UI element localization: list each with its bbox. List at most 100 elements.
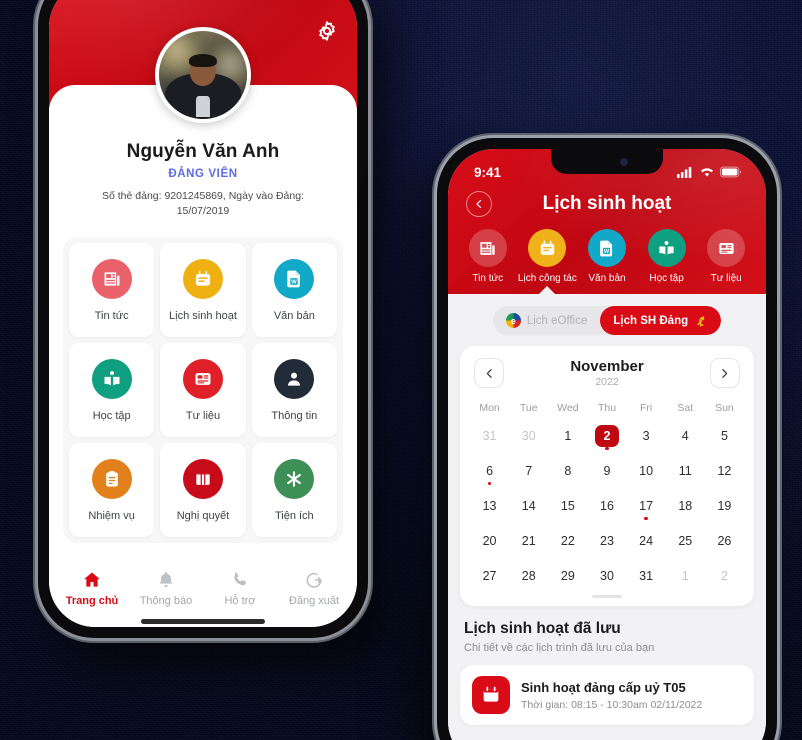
menu-tile-label: Thông tin xyxy=(271,409,318,422)
calendar-day[interactable]: 12 xyxy=(705,454,744,487)
menu-tile-hoc-tap[interactable]: Học tập xyxy=(69,343,155,438)
nav-item-thong-bao[interactable]: Thông báo xyxy=(129,570,203,607)
calendar-day[interactable]: 23 xyxy=(587,524,626,557)
tab-van-ban[interactable]: W Văn bản xyxy=(577,229,637,294)
open-book-icon xyxy=(91,358,132,399)
calendar-day[interactable]: 14 xyxy=(509,489,548,522)
calendar-day[interactable]: 10 xyxy=(627,454,666,487)
segment-lich-eoffice[interactable]: e Lịch eOffice xyxy=(493,306,601,335)
calendar-day-number: 1 xyxy=(564,428,572,443)
newspaper-icon xyxy=(91,258,132,299)
calendar-next-button[interactable] xyxy=(709,358,740,388)
calendar-day[interactable]: 6 xyxy=(470,454,509,487)
tab-tu-lieu[interactable]: Tư liệu xyxy=(696,229,756,294)
calendar-day-number: 5 xyxy=(720,428,728,443)
calendar-day[interactable]: 19 xyxy=(705,489,744,522)
menu-tile-lich-sinh-hoat[interactable]: Lịch sinh hoạt xyxy=(160,243,246,338)
calendar-day[interactable]: 9 xyxy=(587,454,626,487)
calendar-day[interactable]: 31 xyxy=(627,559,666,592)
tab-label: Văn bản xyxy=(588,273,626,284)
calendar-year: 2022 xyxy=(595,376,619,388)
menu-tile-thong-tin[interactable]: Thông tin xyxy=(251,343,337,438)
calendar-day[interactable]: 13 xyxy=(470,489,509,522)
calendar-day[interactable]: 7 xyxy=(509,454,548,487)
menu-tile-tu-lieu[interactable]: Tư liệu xyxy=(160,343,246,438)
calendar-header: November 2022 xyxy=(470,356,744,394)
calendar-day[interactable]: 30 xyxy=(509,419,548,452)
menu-tile-tin-tuc[interactable]: Tin tức xyxy=(69,243,155,338)
menu-tile-tien-ich[interactable]: Tiện ích xyxy=(251,443,337,538)
calendar-month: November xyxy=(570,358,644,375)
calendar-day[interactable]: 16 xyxy=(587,489,626,522)
calendar-day-number: 24 xyxy=(639,533,654,548)
calendar-event-dot xyxy=(605,446,609,450)
nav-item-dang-xuat[interactable]: Đăng xuất xyxy=(277,570,351,607)
calendar-day[interactable]: 21 xyxy=(509,524,548,557)
calendar-day-number: 3 xyxy=(642,428,650,443)
calendar-day[interactable]: 1 xyxy=(548,419,587,452)
tab-tin-tuc[interactable]: Tin tức xyxy=(458,229,518,294)
menu-tile-nhiem-vu[interactable]: Nhiệm vụ xyxy=(69,443,155,538)
saved-schedule-subtitle: Chi tiết về các lịch trình đã lưu của bạ… xyxy=(464,642,655,654)
calendar-day[interactable]: 2 xyxy=(587,419,626,452)
menu-tile-label: Tin tức xyxy=(94,309,129,322)
back-button[interactable] xyxy=(466,191,492,217)
nav-item-label: Thông báo xyxy=(139,595,193,608)
calendar-drag-handle[interactable] xyxy=(592,595,622,598)
media-card-icon xyxy=(182,358,223,399)
tab-lich-cong-tac[interactable]: Lịch công tác xyxy=(518,229,578,294)
svg-text:W: W xyxy=(604,248,610,254)
calendar-day[interactable]: 11 xyxy=(666,454,705,487)
eoffice-icon: e xyxy=(505,313,521,328)
calendar-day[interactable]: 2 xyxy=(705,559,744,592)
nav-item-trang-chu[interactable]: Trang chủ xyxy=(55,570,129,607)
calendar-day[interactable]: 31 xyxy=(470,419,509,452)
calendar-day[interactable]: 15 xyxy=(548,489,587,522)
weekday-label: Sun xyxy=(715,402,734,414)
calendar-day[interactable]: 20 xyxy=(470,524,509,557)
calendar-day-number: 6 xyxy=(486,463,494,478)
menu-tile-van-ban[interactable]: W Văn bản xyxy=(251,243,337,338)
logout-icon xyxy=(306,573,322,589)
gear-icon[interactable] xyxy=(315,19,339,43)
calendar-day[interactable]: 17 xyxy=(627,489,666,522)
svg-text:W: W xyxy=(292,280,298,286)
calendar-day[interactable]: 1 xyxy=(666,559,705,592)
calendar-day-number: 31 xyxy=(639,568,654,583)
saved-schedule-header: Lịch sinh hoạt đã lưu Chi tiết về các lị… xyxy=(448,606,766,654)
calendar-day-number: 30 xyxy=(521,428,536,443)
calendar-prev-button[interactable] xyxy=(474,358,504,388)
calendar-day[interactable]: 30 xyxy=(587,559,626,592)
calendar-day-number: 14 xyxy=(521,498,536,513)
calendar-day[interactable]: 24 xyxy=(627,524,666,557)
list-item-subtitle: Thời gian: 08:15 - 10:30am 02/11/2022 xyxy=(521,698,703,711)
calendar-day[interactable]: 25 xyxy=(666,524,705,557)
list-item[interactable]: Sinh hoạt đảng cấp uỷ T05 Thời gian: 08:… xyxy=(460,665,754,725)
chevron-right-icon xyxy=(722,368,728,378)
menu-tile-label: Nghị quyết xyxy=(176,509,230,522)
calendar-day[interactable]: 3 xyxy=(627,419,666,452)
weekday-label: Mon xyxy=(479,402,500,414)
calendar-day[interactable]: 29 xyxy=(548,559,587,592)
calendar-day[interactable]: 26 xyxy=(705,524,744,557)
chevron-left-icon xyxy=(476,199,482,209)
calendar-day-number: 27 xyxy=(482,568,497,583)
segment-lich-sh-dang[interactable]: Lịch SH Đảng xyxy=(600,306,722,335)
calendar-day-number: 16 xyxy=(600,498,614,513)
menu-grid: Tin tức Lịch sinh hoạt W Văn bản Học tập… xyxy=(69,243,337,538)
calendar-day[interactable]: 5 xyxy=(705,419,744,452)
calendar-day[interactable]: 22 xyxy=(548,524,587,557)
schedule-header: 9:41 Lịch sinh hoạt Tin tức Lịch công tá… xyxy=(448,149,766,294)
calendar-day[interactable]: 28 xyxy=(509,559,548,592)
menu-tile-nghi-quyet[interactable]: Nghị quyết xyxy=(160,443,246,538)
right-phone-screen: 9:41 Lịch sinh hoạt Tin tức Lịch công tá… xyxy=(448,149,766,740)
calendar-day[interactable]: 8 xyxy=(548,454,587,487)
header-title-row: Lịch sinh hoạt xyxy=(448,183,766,219)
nav-item-ho-tro[interactable]: Hỗ trợ xyxy=(203,570,277,607)
calendar-day[interactable]: 4 xyxy=(666,419,705,452)
calendar-day[interactable]: 27 xyxy=(470,559,509,592)
calendar-days-grid: 31 30 1 2 3 4 5 6 7 8 9 10 11 12 13 14 15 16 17 18 19 20 21 22 2… xyxy=(470,419,744,592)
calendar-day[interactable]: 18 xyxy=(666,489,705,522)
tab-hoc-tap[interactable]: Học tập xyxy=(637,229,697,294)
weekday-label: Fri xyxy=(640,402,653,414)
